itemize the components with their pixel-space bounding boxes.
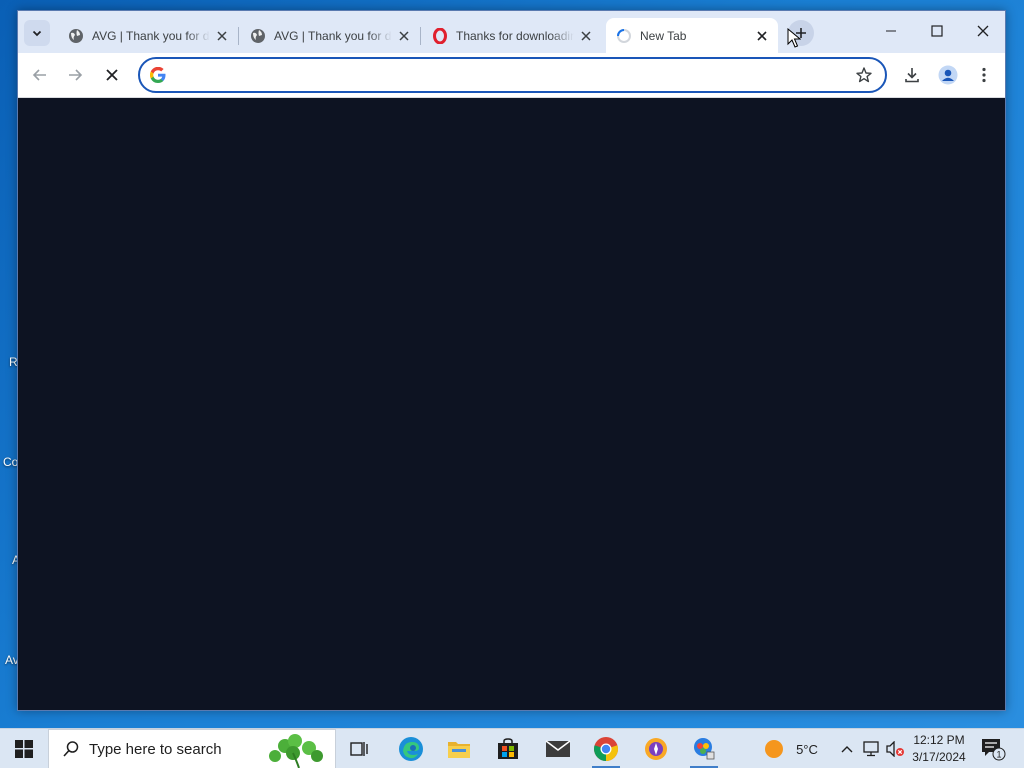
taskbar-mail[interactable] <box>534 729 582 768</box>
search-icon <box>61 739 81 759</box>
weather-widget[interactable]: 5°C <box>760 729 822 768</box>
taskbar-avast-browser[interactable] <box>632 729 680 768</box>
chrome-window: AVG | Thank you for downloading AVG | Th… <box>17 10 1006 711</box>
minimize-button[interactable] <box>868 11 914 51</box>
globe-icon <box>68 28 84 44</box>
windows-logo-icon <box>15 740 33 758</box>
volume-button[interactable] <box>884 729 906 768</box>
start-button[interactable] <box>0 729 48 768</box>
notification-center-button[interactable]: 1 <box>978 729 1008 768</box>
tab-opera[interactable]: Thanks for downloading Opera <box>422 18 602 53</box>
mail-icon <box>545 740 571 757</box>
chrome-menu-button[interactable] <box>970 61 998 89</box>
weather-temp: 5°C <box>796 741 818 757</box>
close-icon <box>106 69 118 81</box>
tab-title: AVG | Thank you for downloading <box>92 28 210 43</box>
tab-separator <box>238 27 239 45</box>
page-content <box>18 99 1005 710</box>
loading-spinner-icon <box>616 28 632 44</box>
taskbar: Type here to search 5°C 12:12 PM 3/17/20… <box>0 728 1024 768</box>
network-icon <box>863 741 879 757</box>
tab-avg-2[interactable]: AVG | Thank you for downloading <box>240 18 420 53</box>
back-button[interactable] <box>26 61 54 89</box>
tab-strip: AVG | Thank you for downloading AVG | Th… <box>18 11 1005 53</box>
close-window-button[interactable] <box>960 11 1006 51</box>
avg-installer-icon <box>694 738 715 760</box>
notification-count: 1 <box>996 750 1001 760</box>
task-view-button[interactable] <box>336 729 384 768</box>
store-icon <box>498 738 518 759</box>
show-hidden-icons-button[interactable] <box>836 729 858 768</box>
taskbar-store[interactable] <box>484 729 532 768</box>
tab-avg-1[interactable]: AVG | Thank you for downloading <box>58 18 238 53</box>
close-tab-icon[interactable] <box>754 28 770 44</box>
shamrock-icon <box>269 734 323 768</box>
tab-search-button[interactable] <box>24 20 50 46</box>
edge-icon <box>399 737 423 761</box>
taskbar-avg-installer[interactable] <box>680 729 728 768</box>
tab-separator <box>420 27 421 45</box>
forward-button[interactable] <box>61 61 89 89</box>
minimize-icon <box>886 30 896 32</box>
profile-button[interactable] <box>934 61 962 89</box>
address-input[interactable] <box>176 65 836 85</box>
search-placeholder: Type here to search <box>89 740 222 758</box>
bookmark-star-icon[interactable] <box>855 66 873 84</box>
opera-icon <box>432 27 448 44</box>
profile-avatar-icon <box>938 65 958 85</box>
file-explorer-icon <box>448 742 470 758</box>
globe-icon <box>250 28 266 44</box>
arrow-left-icon <box>32 69 46 81</box>
browser-toolbar <box>18 53 1005 98</box>
avast-browser-icon <box>645 738 667 760</box>
task-view-icon <box>350 742 368 756</box>
close-tab-icon[interactable] <box>578 28 594 44</box>
maximize-button[interactable] <box>914 11 960 51</box>
stop-loading-button[interactable] <box>98 61 126 89</box>
downloads-button[interactable] <box>898 61 926 89</box>
tab-new-tab[interactable]: New Tab <box>606 18 778 53</box>
taskbar-chrome[interactable] <box>582 729 630 768</box>
arrow-right-icon <box>69 69 83 81</box>
taskbar-search-box[interactable]: Type here to search <box>48 729 336 768</box>
tab-title: Thanks for downloading Opera <box>456 28 574 43</box>
network-button[interactable] <box>860 729 882 768</box>
taskbar-file-explorer[interactable] <box>435 729 483 768</box>
volume-muted-icon <box>886 741 904 757</box>
kebab-menu-icon <box>982 67 986 83</box>
maximize-icon <box>931 25 943 37</box>
tab-title: New Tab <box>640 28 687 43</box>
chevron-up-icon <box>841 746 853 753</box>
mouse-cursor-icon <box>787 28 801 48</box>
clock-date: 3/17/2024 <box>912 750 966 764</box>
chrome-icon <box>594 737 618 761</box>
taskbar-clock[interactable]: 12:12 PM 3/17/2024 <box>908 732 970 766</box>
chevron-down-icon <box>32 30 42 37</box>
close-tab-icon[interactable] <box>396 28 412 44</box>
address-bar[interactable] <box>138 57 887 93</box>
close-icon <box>977 25 989 37</box>
close-tab-icon[interactable] <box>214 28 230 44</box>
notification-icon: 1 <box>982 739 1006 761</box>
tab-title: AVG | Thank you for downloading <box>274 28 392 43</box>
google-icon <box>150 67 166 83</box>
taskbar-edge[interactable] <box>387 729 435 768</box>
download-icon <box>905 68 919 83</box>
clock-time: 12:12 PM <box>913 733 965 747</box>
sun-icon <box>765 740 784 758</box>
